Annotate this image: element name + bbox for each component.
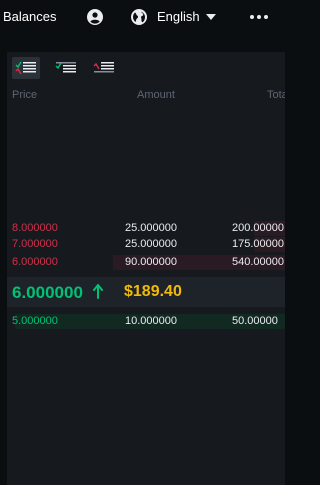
amount-column-header: Amount <box>137 89 175 101</box>
bid-amount: 10.000000 <box>125 315 177 327</box>
caret-down-icon[interactable] <box>206 14 216 20</box>
ask-total: 540.00000 <box>232 256 284 268</box>
ask-total: 175.00000 <box>232 238 284 250</box>
total-column-header: Tota <box>267 89 285 101</box>
ask-total: 200.00000 <box>232 222 284 234</box>
bid-row[interactable]: 5.000000 10.000000 50.00000 <box>7 314 285 329</box>
bid-price: 5.000000 <box>12 315 58 327</box>
ask-amount: 90.000000 <box>125 256 177 268</box>
fiat-price: $189.40 <box>124 283 182 300</box>
price-column-header: Price <box>12 89 38 101</box>
top-nav-bar: Balances English <box>0 0 285 34</box>
order-book-panel: Price Amount Tota 8.000000 25.000000 200… <box>7 52 285 485</box>
bid-total: 50.00000 <box>232 315 278 327</box>
ask-price: 7.000000 <box>12 238 58 250</box>
orderbook-both-icon <box>15 61 36 75</box>
view-both-button[interactable] <box>12 57 40 79</box>
ask-amount: 25.000000 <box>125 238 177 250</box>
more-icon[interactable] <box>250 15 268 19</box>
view-bids-button[interactable] <box>52 57 80 79</box>
language-selector[interactable]: English <box>157 9 200 24</box>
ask-row[interactable]: 7.000000 25.000000 175.00000 <box>7 237 285 252</box>
ask-amount: 25.000000 <box>125 222 177 234</box>
ask-row[interactable]: 6.000000 90.000000 540.00000 <box>7 255 285 270</box>
view-asks-button[interactable] <box>90 57 118 79</box>
balances-link[interactable]: Balances <box>3 9 56 24</box>
last-price-bar: 6.000000 $189.40 <box>7 277 285 307</box>
last-price: 6.000000 <box>12 283 83 302</box>
ask-price: 6.000000 <box>12 256 58 268</box>
ask-row[interactable]: 8.000000 25.000000 200.00000 <box>7 221 285 236</box>
ask-price: 8.000000 <box>12 222 58 234</box>
user-icon[interactable] <box>87 9 103 25</box>
arrow-up-icon <box>93 284 103 299</box>
orderbook-bids-icon <box>55 62 76 73</box>
globe-icon[interactable] <box>131 9 147 25</box>
orderbook-asks-icon <box>93 62 114 73</box>
